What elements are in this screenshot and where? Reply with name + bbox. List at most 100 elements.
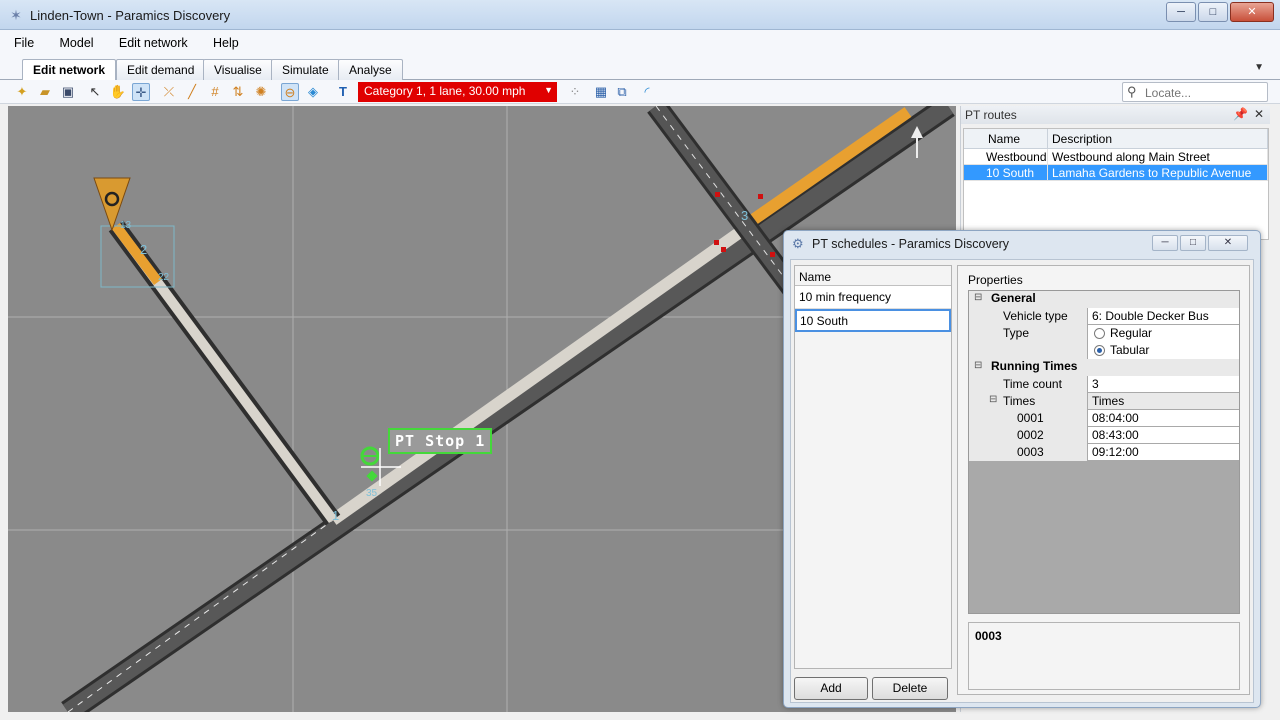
node-label: 2 xyxy=(140,242,147,257)
property-grid: ⊟ General Vehicle type 6: Double Decker … xyxy=(968,290,1240,614)
node-label: 22 xyxy=(158,272,170,283)
type-option-tabular[interactable]: Tabular xyxy=(1088,342,1239,359)
junction-icon[interactable]: # xyxy=(206,83,224,101)
list-item[interactable]: 10 South xyxy=(795,309,951,332)
pt-schedules-dialog: ⚙ PT schedules - Paramics Discovery ─ □ … xyxy=(783,230,1261,708)
category-label: Running Times xyxy=(991,359,1078,373)
roundabout-icon[interactable]: ✺ xyxy=(252,83,270,101)
collapse-icon[interactable]: ⊟ xyxy=(974,292,982,303)
menu-edit-network[interactable]: Edit network xyxy=(105,30,196,50)
search-icon: ⚲ xyxy=(1127,84,1137,99)
property-label: Time count xyxy=(969,376,1087,393)
list-item[interactable]: 10 min frequency xyxy=(795,286,951,309)
ribbon-tabs: Edit network Edit demand Visualise Simul… xyxy=(0,56,1280,81)
radio-button[interactable] xyxy=(1094,345,1105,356)
locate-search[interactable]: ⚲ xyxy=(1122,82,1268,102)
side-road[interactable] xyxy=(108,220,341,526)
pt-stop-marker[interactable] xyxy=(360,446,380,482)
text-tool-icon[interactable]: T xyxy=(334,83,352,101)
times-group-value: Times xyxy=(1088,393,1239,409)
property-label-blank xyxy=(969,342,1087,359)
time-id: 0002 xyxy=(969,427,1087,444)
table-row[interactable]: 10 South Lamaha Gardens to Republic Aven… xyxy=(964,165,1268,181)
curve-tool-icon[interactable]: ◜ xyxy=(638,83,656,101)
radio-label: Tabular xyxy=(1110,343,1150,357)
dialog-maximize-button[interactable]: □ xyxy=(1180,235,1206,251)
menu-model[interactable]: Model xyxy=(46,30,102,50)
collapse-icon[interactable]: ⊟ xyxy=(974,360,982,371)
properties-title: Properties xyxy=(968,273,1023,287)
zoom-extents-icon[interactable]: ▦ xyxy=(592,83,610,101)
tab-simulate[interactable]: Simulate xyxy=(271,59,340,80)
dialog-body: Name 10 min frequency 10 South Add Delet… xyxy=(790,259,1254,703)
tab-visualise[interactable]: Visualise xyxy=(203,59,273,80)
vehicle-type-field[interactable]: 6: Double Decker Bus xyxy=(1088,308,1239,324)
zoom-window-icon[interactable]: ⧉ xyxy=(613,83,631,101)
schedule-list-header: Name xyxy=(795,266,951,286)
collapse-icon[interactable]: ⊟ xyxy=(989,394,997,405)
pin-icon[interactable]: 📌 xyxy=(1233,107,1248,121)
property-description: 0003 xyxy=(968,622,1240,690)
category-general[interactable]: ⊟ General xyxy=(969,291,1239,308)
edit-nodes-icon[interactable]: ✛ xyxy=(132,83,150,101)
add-node-icon[interactable]: ⤫ xyxy=(160,83,178,101)
draw-link-icon[interactable]: ╱ xyxy=(183,83,201,101)
link-category-select[interactable]: Category 1, 1 lane, 30.00 mph ▼ xyxy=(358,82,557,102)
chevron-down-icon: ▼ xyxy=(544,85,553,95)
close-icon[interactable]: ✕ xyxy=(1254,107,1264,121)
time-id: 0003 xyxy=(969,444,1087,461)
pt-stop-icon[interactable]: ⊖ xyxy=(281,83,299,101)
tab-analyse[interactable]: Analyse xyxy=(338,59,403,80)
select-pointer-icon[interactable]: ↖ xyxy=(86,83,104,101)
column-header-name[interactable]: Name xyxy=(964,129,1048,148)
dialog-app-icon: ⚙ xyxy=(792,236,804,251)
time-field[interactable]: 08:04:00 xyxy=(1088,410,1239,426)
minimize-button[interactable]: ─ xyxy=(1166,2,1196,22)
zone-icon[interactable]: ◈ xyxy=(304,83,322,101)
schedule-list: Name 10 min frequency 10 South xyxy=(794,265,952,669)
delete-button[interactable]: Delete xyxy=(872,677,948,700)
table-row[interactable]: Westbound Westbound along Main Street xyxy=(964,149,1268,165)
open-folder-icon[interactable]: ▰ xyxy=(36,83,54,101)
lanes-icon[interactable]: ⇅ xyxy=(229,83,247,101)
time-count-field[interactable]: 3 xyxy=(1088,376,1239,392)
route-description: Lamaha Gardens to Republic Avenue xyxy=(1048,165,1268,180)
dialog-close-button[interactable]: ✕ xyxy=(1208,235,1248,251)
locate-input[interactable] xyxy=(1145,85,1263,100)
pt-stop-label[interactable]: PT Stop 1 xyxy=(388,428,493,454)
new-file-icon[interactable]: ✦ xyxy=(13,83,31,101)
menu-help[interactable]: Help xyxy=(199,30,247,50)
add-button[interactable]: Add xyxy=(794,677,868,700)
menu-file[interactable]: File xyxy=(0,30,42,50)
radio-label: Regular xyxy=(1110,326,1153,340)
property-label: Vehicle type xyxy=(969,308,1087,325)
node-label: 1 xyxy=(332,508,339,523)
routes-table: Name Description Westbound Westbound alo… xyxy=(963,128,1269,240)
toolbar: ✦ ▰ ▣ ↖ ✋ ✛ ⤫ ╱ # ⇅ ✺ ⊖ ◈ T Category 1, … xyxy=(0,80,1280,104)
pan-hand-icon[interactable]: ✋ xyxy=(109,83,127,101)
close-button[interactable]: ✕ xyxy=(1230,2,1274,22)
node-label: 13 xyxy=(120,220,132,231)
pt-routes-title: PT routes xyxy=(965,108,1017,122)
category-running-times[interactable]: ⊟ Running Times xyxy=(969,359,1239,376)
menu-bar: File Model Edit network Help xyxy=(0,30,1280,56)
tab-edit-demand[interactable]: Edit demand xyxy=(116,59,206,80)
route-name: 10 South xyxy=(964,165,1048,180)
times-group-label[interactable]: ⊟ Times xyxy=(969,393,1087,410)
snap-grid-icon[interactable]: ⁘ xyxy=(566,83,584,101)
route-name: Westbound xyxy=(964,149,1048,164)
dialog-title: PT schedules - Paramics Discovery xyxy=(812,237,1010,251)
type-option-regular[interactable]: Regular xyxy=(1088,325,1239,342)
save-icon[interactable]: ▣ xyxy=(59,83,77,101)
properties-pane: Properties ⊟ General Vehicle type 6: Dou… xyxy=(957,265,1250,695)
column-header-description[interactable]: Description xyxy=(1048,129,1268,148)
category-label: General xyxy=(991,291,1036,305)
ribbon-dropdown-icon[interactable]: ▼ xyxy=(1254,62,1264,73)
maximize-button[interactable]: □ xyxy=(1198,2,1228,22)
tab-edit-network[interactable]: Edit network xyxy=(22,59,117,81)
radio-button[interactable] xyxy=(1094,328,1105,339)
route-description: Westbound along Main Street xyxy=(1048,149,1268,164)
time-field[interactable]: 08:43:00 xyxy=(1088,427,1239,443)
time-field[interactable]: 09:12:00 xyxy=(1088,444,1239,460)
dialog-minimize-button[interactable]: ─ xyxy=(1152,235,1178,251)
